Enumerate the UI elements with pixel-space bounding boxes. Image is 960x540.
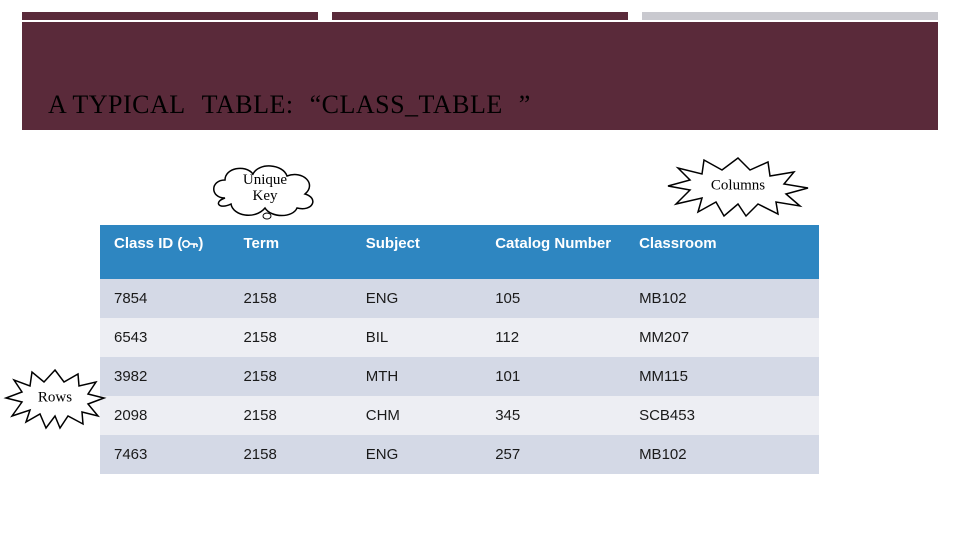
cell-class-id: 7463: [100, 435, 229, 474]
cell-class-id: 3982: [100, 357, 229, 396]
col-header-subject: Subject: [352, 225, 481, 279]
cell-classroom: MB102: [625, 279, 819, 318]
table-header-row: Class ID ( ) Term Subject Catalog Number…: [100, 225, 819, 279]
cell-subject: CHM: [352, 396, 481, 435]
table-row: 7854 2158 ENG 105 MB102: [100, 279, 819, 318]
cell-term: 2158: [229, 435, 351, 474]
key-icon: ( ): [177, 235, 203, 252]
accent-seg: [332, 12, 628, 20]
table-row: 2098 2158 CHM 345 SCB453: [100, 396, 819, 435]
col-header-classroom: Classroom: [625, 225, 819, 279]
table-row: 3982 2158 MTH 101 MM115: [100, 357, 819, 396]
cell-classroom: MB102: [625, 435, 819, 474]
table-body: 7854 2158 ENG 105 MB102 6543 2158 BIL 11…: [100, 279, 819, 474]
cell-catalog: 105: [481, 279, 625, 318]
cell-classroom: SCB453: [625, 396, 819, 435]
accent-bar: [22, 12, 938, 20]
accent-seg: [642, 12, 938, 20]
col-header-class-id-label: Class ID: [114, 235, 173, 252]
table-row: 7463 2158 ENG 257 MB102: [100, 435, 819, 474]
cell-class-id: 2098: [100, 396, 229, 435]
class-table: Class ID ( ) Term Subject Catalog Number…: [100, 225, 819, 474]
cell-subject: ENG: [352, 435, 481, 474]
cell-catalog: 112: [481, 318, 625, 357]
slide-title: A TYPICAL TABLE: “CLASS_TABLE ”: [48, 90, 531, 120]
cell-classroom: MM115: [625, 357, 819, 396]
cell-classroom: MM207: [625, 318, 819, 357]
cell-class-id: 7854: [100, 279, 229, 318]
cell-term: 2158: [229, 396, 351, 435]
callout-rows-label: Rows: [38, 390, 72, 407]
cell-catalog: 257: [481, 435, 625, 474]
title-mid: TABLE:: [202, 90, 294, 120]
title-name: “CLASS_TABLE: [310, 90, 503, 120]
col-header-term: Term: [229, 225, 351, 279]
callout-unique-key-label: Unique Key: [205, 172, 325, 204]
cell-catalog: 101: [481, 357, 625, 396]
col-header-class-id: Class ID ( ): [100, 225, 229, 279]
cell-term: 2158: [229, 357, 351, 396]
callout-unique-key: Unique Key: [205, 158, 325, 220]
title-prefix: A TYPICAL: [48, 90, 186, 120]
cell-catalog: 345: [481, 396, 625, 435]
callout-columns-label: Columns: [711, 178, 765, 195]
cell-subject: ENG: [352, 279, 481, 318]
title-suffix: ”: [519, 90, 531, 120]
col-header-catalog: Catalog Number: [481, 225, 625, 279]
callout-columns: Columns: [668, 158, 808, 214]
accent-seg: [22, 12, 318, 20]
table-row: 6543 2158 BIL 112 MM207: [100, 318, 819, 357]
cell-term: 2158: [229, 279, 351, 318]
cell-class-id: 6543: [100, 318, 229, 357]
cell-term: 2158: [229, 318, 351, 357]
cell-subject: BIL: [352, 318, 481, 357]
callout-rows: Rows: [6, 370, 104, 426]
cell-subject: MTH: [352, 357, 481, 396]
